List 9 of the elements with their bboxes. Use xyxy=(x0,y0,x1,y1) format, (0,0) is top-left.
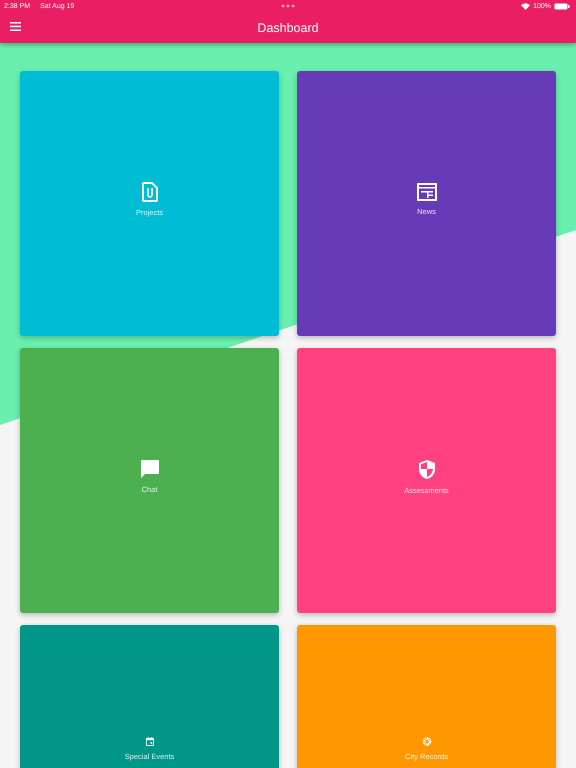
chat-bubble-icon xyxy=(140,459,160,479)
menu-button[interactable] xyxy=(10,22,21,31)
battery-icon xyxy=(554,2,570,10)
multitask-dots-icon xyxy=(281,4,295,8)
shield-icon xyxy=(418,458,436,480)
newspaper-icon xyxy=(416,183,436,201)
wifi-icon xyxy=(521,2,530,10)
app-title: Dashboard xyxy=(257,20,319,34)
attachment-file-icon xyxy=(142,182,158,202)
